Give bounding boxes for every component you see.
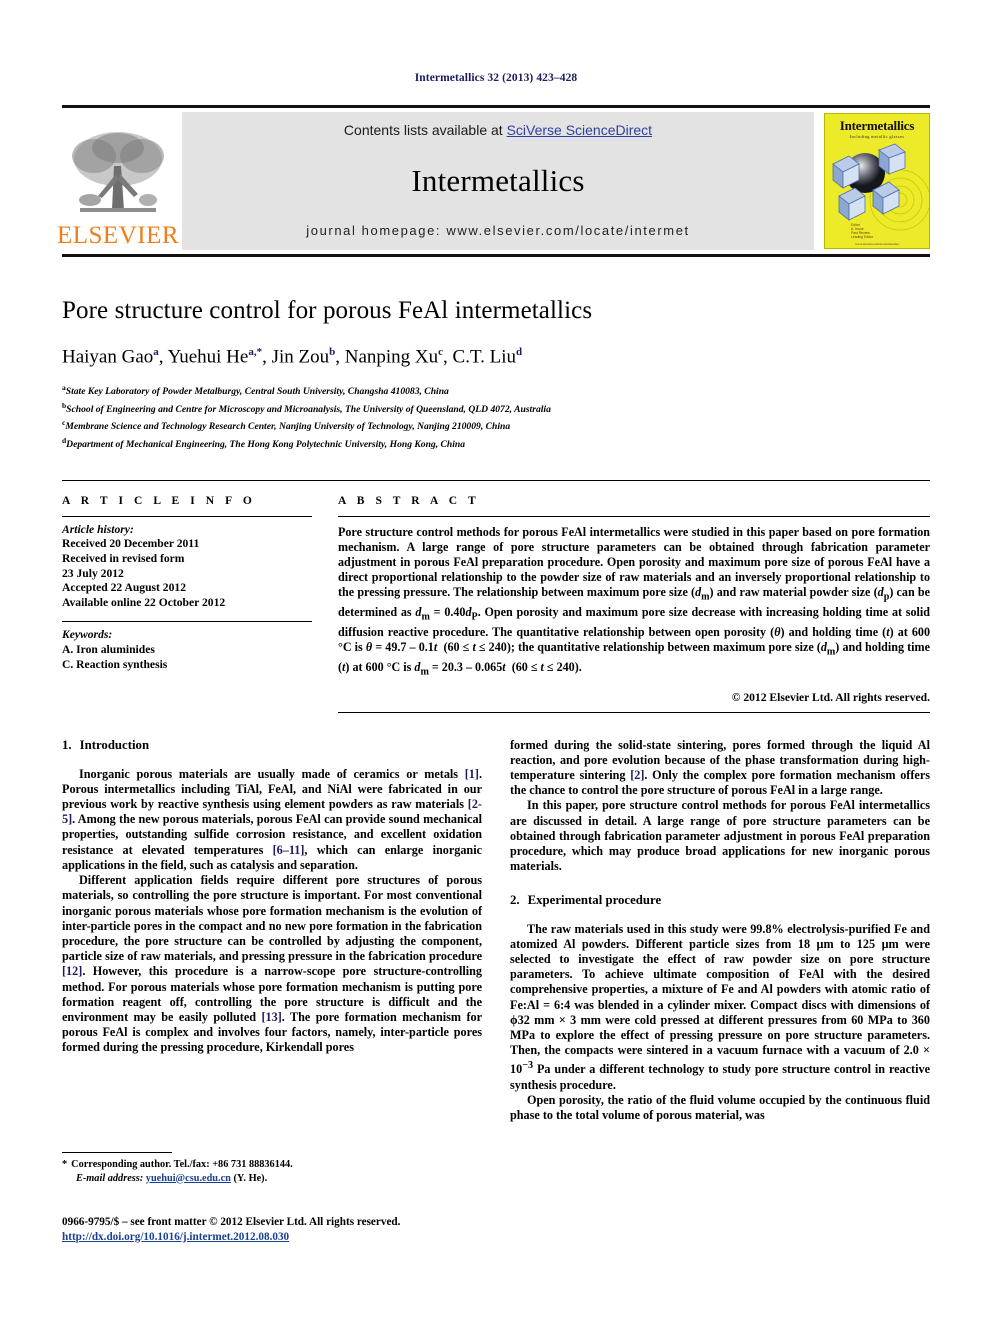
keyword-item: A. Iron aluminides xyxy=(62,643,155,657)
paragraph: Inorganic porous materials are usually m… xyxy=(62,766,482,872)
journal-cover-thumbnail: Intermetallics Including metallic glasse… xyxy=(824,113,930,249)
body-column-right: formed during the solid-state sintering,… xyxy=(510,738,930,1124)
affiliation-item: aState Key Laboratory of Powder Metalbur… xyxy=(62,381,930,398)
footnote-corresponding-text: Corresponding author. Tel./fax: +86 731 … xyxy=(71,1159,293,1170)
history-item: Accepted 22 August 2012 xyxy=(62,581,186,595)
section-title: Experimental procedure xyxy=(527,892,662,907)
paragraph: Open porosity, the ratio of the fluid vo… xyxy=(510,1092,930,1122)
email-label: E-mail address: xyxy=(76,1172,144,1184)
affiliation-text: State Key Laboratory of Powder Metalburg… xyxy=(65,386,449,398)
keyword-item: C. Reaction synthesis xyxy=(62,657,168,671)
svg-text:Leading Editor: Leading Editor xyxy=(851,235,874,239)
footnote-corresponding-line: * Corresponding author. Tel./fax: +86 731… xyxy=(62,1158,482,1172)
email-link[interactable]: yuehui@csu.edu.cn xyxy=(146,1173,231,1184)
cover-footer-url: www.elsevier.com/locate/intermet xyxy=(855,242,899,246)
keywords-block: Keywords: A. Iron aluminides C. Reaction… xyxy=(62,622,312,672)
article-history-label: Article history: xyxy=(62,522,134,536)
article-info-column: A R T I C L E I N F O Article history: R… xyxy=(62,495,312,713)
body-column-left: 1. Introduction Inorganic porous material… xyxy=(62,738,482,1124)
affiliation-text: Membrane Science and Technology Research… xyxy=(65,421,511,433)
banner-center: Contents lists available at SciVerse Sci… xyxy=(182,112,814,250)
corresponding-author-footnote: * Corresponding author. Tel./fax: +86 731… xyxy=(62,1152,482,1185)
abstract-copyright: © 2012 Elsevier Ltd. All rights reserved… xyxy=(731,690,930,704)
issn-line: 0966-9795/$ – see front matter © 2012 El… xyxy=(62,1216,401,1228)
section-number: 2. xyxy=(510,892,520,907)
journal-name: Intermetallics xyxy=(411,162,585,198)
abstract-column: A B S T R A C T Pore structure control m… xyxy=(338,495,930,713)
footnote-rule xyxy=(62,1152,172,1153)
cover-title: Intermetallics xyxy=(839,118,915,133)
journal-banner: ELSEVIER Contents lists available at Sci… xyxy=(57,105,930,257)
running-head: Intermetallics 32 (2013) 423–428 xyxy=(414,72,578,84)
contents-available-line: Contents lists available at SciVerse Sci… xyxy=(344,122,652,138)
paragraph: In this paper, pore structure control me… xyxy=(510,798,930,874)
info-abstract-region: A R T I C L E I N F O Article history: R… xyxy=(62,479,930,713)
author-list: Haiyan Gaoa, Yuehui Hea,*, Jin Zoub, Nan… xyxy=(62,346,523,368)
contents-prefix: Contents lists available at xyxy=(343,122,507,138)
section-heading-introduction: 1. Introduction xyxy=(62,738,482,753)
affiliation-item: bSchool of Engineering and Centre for Mi… xyxy=(62,399,930,416)
affiliation-item: dDepartment of Mechanical Engineering, T… xyxy=(62,434,930,451)
paragraph: The raw materials used in this study wer… xyxy=(510,921,930,1092)
article-history-block: Article history: Received 20 December 20… xyxy=(62,517,312,611)
elsevier-wordmark: ELSEVIER xyxy=(56,222,180,249)
experimental-section: 2. Experimental procedure The raw materia… xyxy=(510,893,930,1124)
abstract-text: Pore structure control methods for porou… xyxy=(338,524,931,678)
footer-issn-block: 0966-9795/$ – see front matter © 2012 El… xyxy=(62,1215,532,1244)
affiliation-item: cMembrane Science and Technology Researc… xyxy=(62,416,930,433)
section-title: Introduction xyxy=(79,737,150,752)
footnote-email-line: E-mail address: yuehui@csu.edu.cn (Y. He… xyxy=(62,1172,482,1186)
history-item: Received in revised form xyxy=(62,552,185,566)
abstract-bottom-rule xyxy=(338,711,930,713)
elsevier-logo: ELSEVIER xyxy=(57,112,179,250)
tree-icon xyxy=(72,132,164,212)
affiliation-text: Department of Mechanical Engineering, Th… xyxy=(66,438,466,450)
sciencedirect-link[interactable]: SciVerse ScienceDirect xyxy=(507,122,653,138)
email-suffix: (Y. He). xyxy=(233,1172,268,1184)
history-item: Received 20 December 2011 xyxy=(62,537,200,551)
keywords-label: Keywords: xyxy=(62,628,113,642)
history-item: Available online 22 October 2012 xyxy=(62,595,226,609)
abstract-heading: A B S T R A C T xyxy=(338,494,480,507)
section-number: 1. xyxy=(62,737,72,752)
paragraph: Different application fields require dif… xyxy=(62,873,483,1055)
title-block: Pore structure control for porous FeAl i… xyxy=(62,257,930,451)
history-item: 23 July 2012 xyxy=(62,566,124,580)
article-info-heading: A R T I C L E I N F O xyxy=(62,494,256,507)
body-columns: 1. Introduction Inorganic porous material… xyxy=(62,738,930,1124)
paper-page: Intermetallics 32 (2013) 423–428 ELSEVIE… xyxy=(0,0,992,1323)
affiliation-text: School of Engineering and Centre for Mic… xyxy=(66,403,551,415)
doi-link[interactable]: http://dx.doi.org/10.1016/j.intermet.201… xyxy=(62,1231,289,1243)
journal-homepage-line[interactable]: journal homepage: www.elsevier.com/locat… xyxy=(306,223,689,238)
paragraph: formed during the solid-state sintering,… xyxy=(510,737,930,798)
section-heading-experimental: 2. Experimental procedure xyxy=(510,893,930,908)
footnote-star: * xyxy=(62,1159,68,1170)
affiliation-list: aState Key Laboratory of Powder Metalbur… xyxy=(62,381,930,451)
cover-artwork-icon: Editor A. Inoue Past Review Leading Edit… xyxy=(832,143,929,239)
page-title: Pore structure control for porous FeAl i… xyxy=(62,297,593,324)
